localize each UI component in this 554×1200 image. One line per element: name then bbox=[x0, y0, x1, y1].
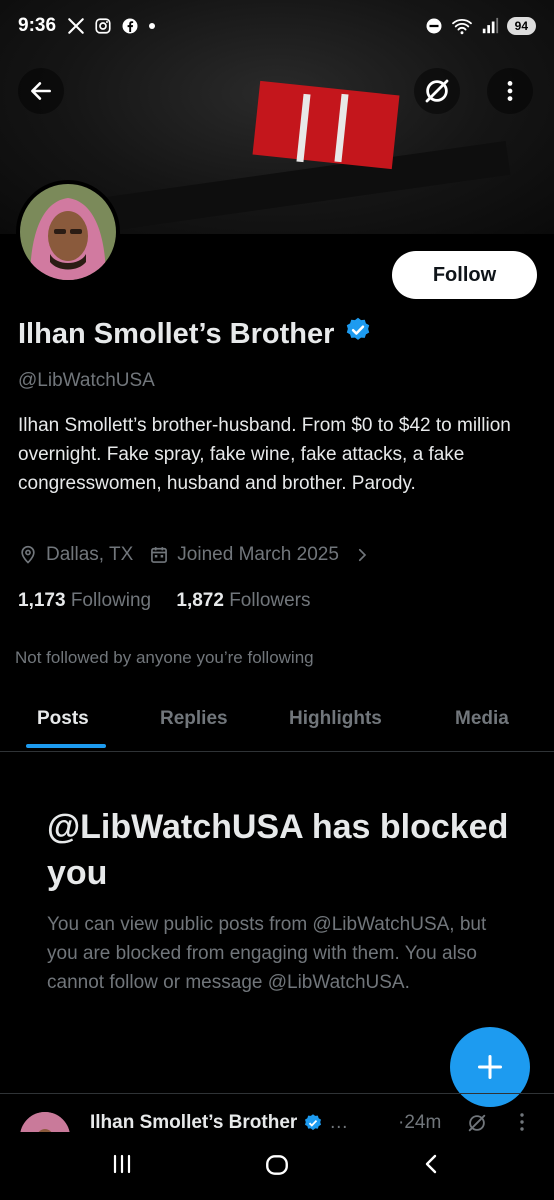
tab-posts[interactable]: Posts bbox=[37, 686, 89, 752]
blocked-body: You can view public posts from @LibWatch… bbox=[47, 914, 487, 993]
grok-button[interactable] bbox=[414, 68, 460, 114]
status-time: 9:36 bbox=[18, 15, 57, 36]
x-logo-icon bbox=[67, 17, 85, 35]
profile-bio: Ilhan Smollett’s brother-husband. From $… bbox=[18, 415, 511, 494]
more-vertical-icon bbox=[507, 81, 513, 101]
active-tab-indicator bbox=[26, 744, 106, 748]
post-preview[interactable]: Ilhan Smollet’s Brother … ·24m bbox=[0, 1094, 554, 1132]
system-nav-bar bbox=[0, 1132, 554, 1200]
following-link[interactable]: 1,173 Following bbox=[18, 590, 151, 611]
avatar-image bbox=[20, 184, 116, 280]
following-label: Following bbox=[70, 590, 152, 611]
plus-icon bbox=[477, 1054, 503, 1080]
back-nav-button[interactable] bbox=[420, 1152, 444, 1176]
tab-replies[interactable]: Replies bbox=[160, 686, 228, 752]
profile-name-row: Ilhan Smollet’s Brother bbox=[18, 316, 372, 352]
chevron-right-icon bbox=[358, 548, 367, 562]
battery-icon: 94 bbox=[506, 17, 536, 35]
location-text: Dallas, TX bbox=[46, 544, 134, 565]
joined-item[interactable]: Joined March 2025 bbox=[149, 544, 371, 566]
verified-badge-icon bbox=[305, 1114, 322, 1131]
verified-badge-icon[interactable] bbox=[344, 316, 372, 352]
post-author-name: Ilhan Smollet’s Brother bbox=[90, 1112, 298, 1132]
post-author[interactable]: Ilhan Smollet’s Brother … bbox=[90, 1112, 348, 1132]
tab-media[interactable]: Media bbox=[455, 686, 509, 752]
follow-counts: 1,173 Following 1,872 Followers bbox=[18, 590, 311, 612]
blocked-title: @LibWatchUSA has blocked you bbox=[47, 808, 509, 892]
home-button[interactable] bbox=[264, 1152, 290, 1178]
location-item: Dallas, TX bbox=[18, 544, 133, 566]
followers-link[interactable]: 1,872 Followers bbox=[176, 590, 310, 611]
profile-meta: Dallas, TX Joined March 2025 bbox=[18, 544, 371, 566]
status-bar: 9:36 94 bbox=[0, 0, 554, 52]
recents-icon bbox=[113, 1154, 131, 1174]
dot-icon bbox=[148, 22, 156, 30]
post-more-icon[interactable] bbox=[518, 1112, 526, 1132]
profile-name: Ilhan Smollet’s Brother bbox=[18, 317, 335, 350]
recents-button[interactable] bbox=[110, 1152, 134, 1176]
dnd-icon bbox=[425, 17, 443, 35]
signal-icon bbox=[481, 17, 499, 35]
followers-label: Followers bbox=[229, 590, 311, 611]
wifi-icon bbox=[451, 17, 473, 35]
following-count: 1,173 bbox=[18, 590, 66, 611]
not-followed-text: Not followed by anyone you’re following bbox=[15, 648, 314, 667]
location-pin-icon bbox=[21, 545, 35, 564]
banner-red-stripe bbox=[252, 80, 400, 170]
joined-text: Joined March 2025 bbox=[177, 544, 339, 565]
followers-count: 1,872 bbox=[176, 590, 224, 611]
arrow-left-icon bbox=[31, 82, 51, 100]
post-time: ·24m bbox=[398, 1112, 442, 1132]
grok-icon bbox=[425, 79, 449, 103]
facebook-icon bbox=[121, 17, 139, 35]
back-button[interactable] bbox=[18, 68, 64, 114]
grok-icon[interactable] bbox=[466, 1112, 488, 1132]
profile-handle: @LibWatchUSA bbox=[18, 370, 155, 391]
home-icon bbox=[266, 1155, 288, 1175]
instagram-icon bbox=[94, 17, 112, 35]
post-author-ellipsis: … bbox=[329, 1112, 349, 1132]
profile-tabs: Posts Replies Highlights Media bbox=[0, 686, 554, 752]
more-button[interactable] bbox=[487, 68, 533, 114]
follow-button[interactable]: Follow bbox=[392, 251, 537, 299]
calendar-icon bbox=[151, 547, 168, 563]
tab-highlights[interactable]: Highlights bbox=[289, 686, 382, 752]
profile-avatar[interactable] bbox=[16, 180, 120, 284]
post-avatar[interactable] bbox=[20, 1112, 70, 1132]
back-icon bbox=[425, 1154, 437, 1174]
